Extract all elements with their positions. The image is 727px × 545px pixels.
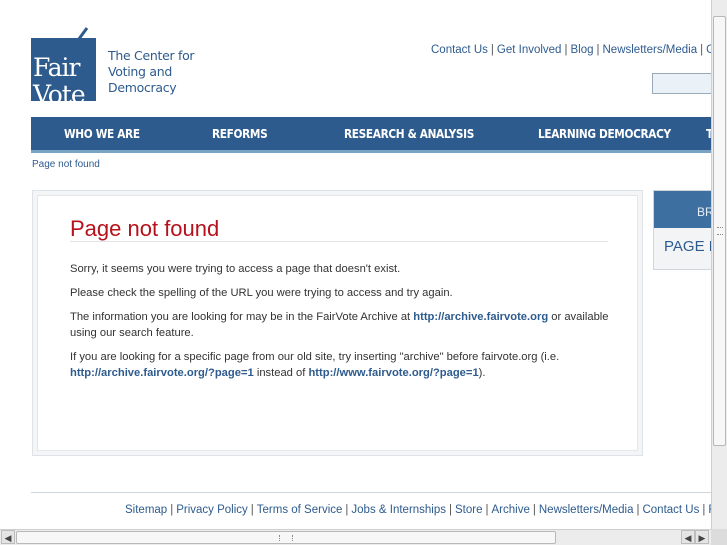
nav-learning-democracy[interactable]: LEARNING DEMOCRACY bbox=[538, 127, 671, 141]
scroll-right-arrow-icon[interactable]: ▶ bbox=[695, 530, 709, 544]
text: The information you are looking for may … bbox=[70, 311, 414, 323]
main-content: Page not found Sorry, it seems you were … bbox=[32, 190, 643, 456]
vertical-scroll-thumb[interactable] bbox=[713, 16, 726, 446]
title-divider bbox=[70, 241, 608, 242]
scrollbar-corner bbox=[711, 529, 727, 545]
text: instead of bbox=[253, 366, 309, 379]
search-input[interactable] bbox=[652, 73, 711, 94]
separator: | bbox=[449, 504, 453, 516]
paragraph-old-site: If you are looking for a specific page f… bbox=[70, 350, 615, 381]
separator: | bbox=[700, 44, 704, 56]
top-links: Contact Us | Get Involved | Blog | Newsletters… bbox=[431, 44, 711, 56]
grip-icon bbox=[279, 535, 293, 541]
top-link-contact-us[interactable]: Contact Us bbox=[431, 44, 488, 56]
horizontal-scrollbar[interactable]: ◀ ◀ ▶ bbox=[0, 529, 711, 545]
nav-who-we-are[interactable]: WHO WE ARE bbox=[64, 127, 140, 141]
footer-link-contact-us[interactable]: Contact Us bbox=[642, 504, 699, 516]
footer-divider bbox=[31, 492, 711, 493]
content-panel: Page not found Sorry, it seems you were … bbox=[37, 195, 638, 451]
footer-link-jobs-internships[interactable]: Jobs & Internships bbox=[351, 504, 446, 516]
sidebar-box: BR PAGE N bbox=[653, 190, 711, 270]
separator: | bbox=[250, 504, 254, 516]
footer-link-newsletters-media[interactable]: Newsletters/Media bbox=[539, 504, 634, 516]
paragraph-archive: The information you are looking for may … bbox=[70, 310, 615, 341]
separator: | bbox=[485, 504, 489, 516]
logo-word-vote: Vote bbox=[33, 80, 86, 109]
footer-link-privacy-policy[interactable]: Privacy Policy bbox=[176, 504, 248, 516]
separator: | bbox=[636, 504, 640, 516]
grip-icon bbox=[717, 227, 723, 235]
separator: | bbox=[596, 44, 600, 56]
breadcrumb: Page not found bbox=[32, 159, 100, 170]
logo-word-fair: Fair bbox=[33, 53, 81, 82]
scroll-left-arrow-icon[interactable]: ◀ bbox=[1, 530, 15, 544]
separator: | bbox=[490, 44, 494, 56]
separator: | bbox=[345, 504, 349, 516]
paragraph-sorry: Sorry, it seems you were trying to acces… bbox=[70, 263, 401, 275]
nav-research-analysis[interactable]: RESEARCH & ANALYSIS bbox=[344, 127, 474, 141]
text: ). bbox=[478, 366, 486, 379]
scroll-left-arrow-icon[interactable]: ◀ bbox=[681, 530, 695, 544]
top-link-get-involved[interactable]: Get Involved bbox=[497, 44, 562, 56]
fairvote-logo[interactable]: Fair Vote The Center for Voting and Demo… bbox=[31, 26, 195, 108]
sidebar-title: PAGE N bbox=[664, 238, 711, 255]
footer-link-sitemap[interactable]: Sitemap bbox=[125, 504, 167, 516]
separator: | bbox=[532, 504, 536, 516]
footer-link-archive[interactable]: Archive bbox=[492, 504, 530, 516]
org-line: Democracy bbox=[108, 80, 177, 95]
www-page-link[interactable]: http://www.fairvote.org/?page=1 bbox=[308, 367, 478, 379]
archive-page-link[interactable]: http://archive.fairvote.org/?page=1 bbox=[70, 367, 254, 379]
logo-box: Fair Vote bbox=[31, 38, 96, 108]
separator: | bbox=[170, 504, 174, 516]
org-line: The Center for bbox=[108, 48, 195, 63]
separator: | bbox=[564, 44, 568, 56]
org-line: Voting and bbox=[108, 64, 172, 79]
page: Fair Vote The Center for Voting and Demo… bbox=[0, 0, 711, 529]
text: If you are looking for a specific page f… bbox=[70, 351, 560, 363]
horizontal-scroll-thumb[interactable] bbox=[16, 531, 556, 544]
separator: | bbox=[702, 504, 706, 516]
footer-link-terms-of-service[interactable]: Terms of Service bbox=[257, 504, 343, 516]
page-title: Page not found bbox=[70, 216, 220, 241]
top-link-newsletters-media[interactable]: Newsletters/Media bbox=[603, 44, 698, 56]
archive-link[interactable]: http://archive.fairvote.org bbox=[413, 311, 548, 323]
main-nav: WHO WE ARE REFORMS RESEARCH & ANALYSIS L… bbox=[31, 117, 711, 153]
sidebar-header: BR bbox=[654, 191, 711, 228]
top-link-blog[interactable]: Blog bbox=[570, 44, 593, 56]
nav-reforms[interactable]: REFORMS bbox=[212, 127, 268, 141]
org-name: The Center for Voting and Democracy bbox=[108, 48, 198, 96]
paragraph-check-spelling: Please check the spelling of the URL you… bbox=[70, 287, 453, 299]
vertical-scrollbar[interactable] bbox=[711, 0, 727, 529]
footer-links: Sitemap | Privacy Policy | Terms of Service |… bbox=[125, 504, 711, 516]
footer-link-store[interactable]: Store bbox=[455, 504, 483, 516]
